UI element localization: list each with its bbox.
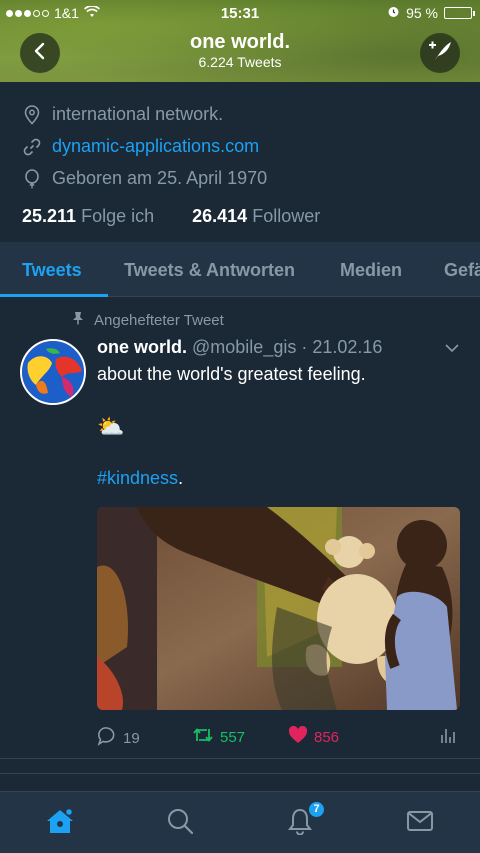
avatar[interactable] <box>20 339 86 405</box>
pinned-text: Angehefteter Tweet <box>94 311 224 329</box>
hashtag-suffix: . <box>178 468 184 488</box>
battery-icon <box>444 7 475 19</box>
compose-tweet-icon <box>427 40 453 67</box>
reply-count: 19 <box>123 729 140 747</box>
battery-group: 95 % <box>387 5 475 21</box>
tab-tweets-and-replies[interactable]: Tweets & Antworten <box>124 260 295 281</box>
battery-percent: 95 % <box>406 5 438 21</box>
birthday-row: Geboren am 25. April 1970 <box>22 168 267 189</box>
bottom-navigation: 7 <box>0 791 480 853</box>
tweet-photo[interactable] <box>97 507 460 710</box>
retweet-icon <box>192 726 214 748</box>
tweet-header: one world. @mobile_gis · 21.02.16 <box>97 337 382 358</box>
tab-likes[interactable]: Gefä <box>444 260 480 281</box>
notification-badge: 7 <box>307 800 326 819</box>
link-icon <box>22 137 42 157</box>
tweet-author-handle[interactable]: @mobile_gis <box>192 337 296 357</box>
location-pin-icon <box>22 104 42 125</box>
divider <box>0 758 480 759</box>
follow-counts: 25.211 Folge ich 26.414 Follower <box>22 206 320 227</box>
heart-icon <box>288 725 308 748</box>
divider <box>0 773 480 774</box>
website-link[interactable]: dynamic-applications.com <box>52 136 259 157</box>
followers-label: Follower <box>252 206 321 226</box>
chevron-down-icon <box>444 340 460 357</box>
search-icon <box>166 807 194 840</box>
active-tab-indicator <box>0 294 108 297</box>
followers-stat[interactable]: 26.414 Follower <box>192 206 320 227</box>
profile-name-title: one world. <box>190 31 290 53</box>
compose-tweet-button[interactable] <box>420 33 460 73</box>
tab-tweets[interactable]: Tweets <box>22 260 82 281</box>
like-count: 856 <box>314 728 340 746</box>
location-text: international network. <box>52 104 224 124</box>
following-count: 25.211 <box>22 206 77 226</box>
followers-count: 26.414 <box>192 206 248 226</box>
location-row: international network. <box>22 104 223 125</box>
nav-messages[interactable] <box>405 808 435 838</box>
following-label: Folge ich <box>81 206 155 226</box>
nav-search[interactable] <box>165 808 195 838</box>
tweet-menu-button[interactable] <box>444 340 460 358</box>
messages-icon <box>406 810 434 837</box>
tab-media[interactable]: Medien <box>340 260 402 281</box>
reply-icon <box>97 726 117 750</box>
home-icon <box>45 807 75 840</box>
tweet-author-name[interactable]: one world. <box>97 337 187 357</box>
retweet-action[interactable]: 557 <box>192 726 245 748</box>
status-bar: 1&1 15:31 95 % <box>0 0 480 26</box>
alarm-icon <box>387 5 400 21</box>
retweet-count: 557 <box>220 728 246 746</box>
profile-header: 1&1 15:31 95 % one world. 6.224 Tweets <box>0 0 480 82</box>
pin-icon <box>72 311 84 329</box>
like-action[interactable]: 856 <box>288 725 340 748</box>
tweet-date: · 21.02.16 <box>301 337 383 357</box>
birthday-text: Geboren am 25. April 1970 <box>52 168 268 188</box>
tweet-count: 6.224 Tweets <box>198 54 282 70</box>
tweet-hashtag-line: #kindness. <box>97 468 183 489</box>
pinned-tweet-label: Angehefteter Tweet <box>72 311 224 329</box>
website-row[interactable]: dynamic-applications.com <box>22 136 259 157</box>
hashtag-link[interactable]: #kindness <box>97 468 178 488</box>
reply-action[interactable]: 19 <box>97 726 140 750</box>
sun-behind-cloud-emoji: ⛅ <box>97 414 125 439</box>
nav-home[interactable] <box>45 807 75 840</box>
analytics-icon <box>440 726 456 748</box>
profile-tabs: Tweets Tweets & Antworten Medien Gefä <box>0 242 480 297</box>
balloon-icon <box>22 168 42 189</box>
tweet-text: about the world's greatest feeling. <box>97 364 366 384</box>
following-stat[interactable]: 25.211 Folge ich <box>22 206 154 227</box>
analytics-action[interactable] <box>440 726 456 748</box>
